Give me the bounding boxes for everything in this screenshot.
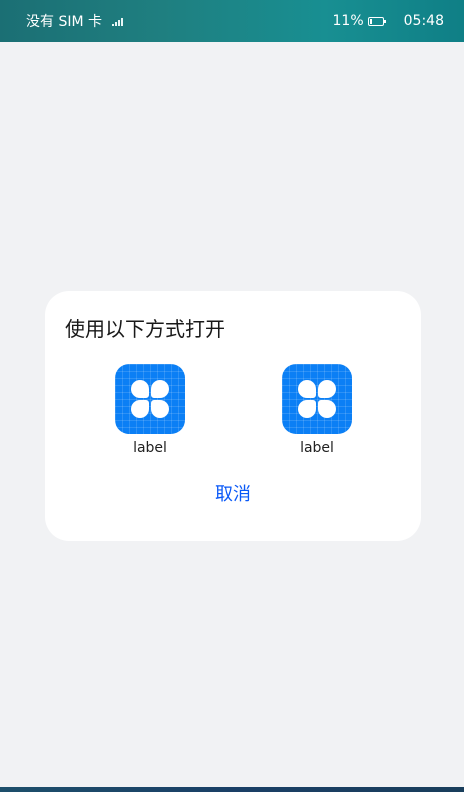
carrier-text: 没有 SIM 卡 [26,14,102,30]
signal-icon [112,16,123,26]
open-with-dialog: 使用以下方式打开 label label 取消 [45,291,421,541]
clock-time: 05:48 [403,13,444,29]
dialog-title: 使用以下方式打开 [65,317,225,341]
status-right: 11% 05:48 [333,13,444,29]
app-label: label [300,440,334,456]
cancel-button[interactable]: 取消 [183,480,283,510]
status-bar: 没有 SIM 卡 11% 05:48 [0,0,464,42]
app-label: label [133,440,167,456]
navigation-bar [0,787,464,792]
app-option-1[interactable]: label [105,364,195,464]
app-option-2[interactable]: label [272,364,362,464]
battery-icon [367,16,386,26]
app-grid-icon[interactable] [282,364,352,434]
status-left: 没有 SIM 卡 [26,11,123,31]
battery-percent: 11% [332,13,364,29]
app-content: 使用以下方式打开 label label 取消 [0,42,464,787]
app-grid-icon[interactable] [115,364,185,434]
